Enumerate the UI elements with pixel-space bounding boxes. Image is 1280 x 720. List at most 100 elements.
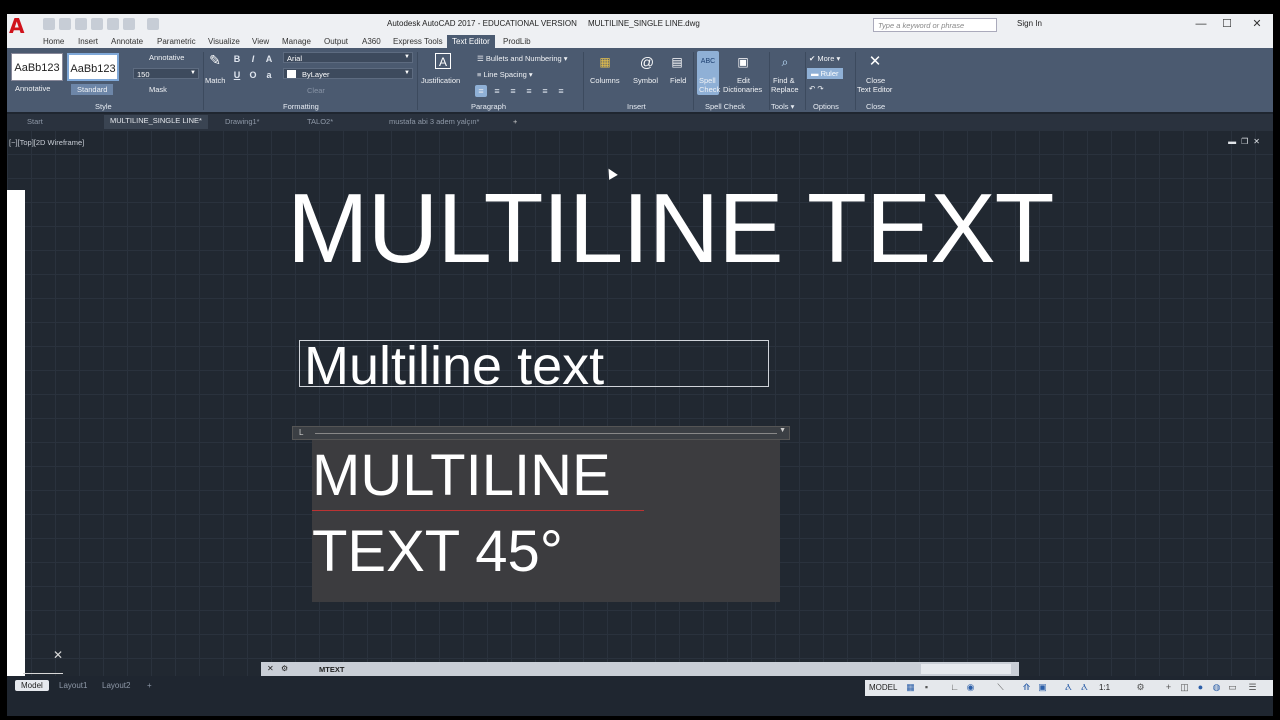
osnap-icon[interactable]: ⟍	[995, 682, 1006, 693]
case-icon[interactable]: a	[263, 69, 275, 81]
tab-text-editor[interactable]: Text Editor	[447, 35, 495, 48]
find-replace-label-1[interactable]: Find &	[773, 76, 795, 85]
mask-button[interactable]: Mask	[149, 85, 167, 94]
justification-icon[interactable]: A	[435, 53, 451, 69]
text-edit-area[interactable]: MULTILINE TEXT 45°	[312, 440, 780, 602]
tab-express-tools[interactable]: Express Tools	[393, 37, 443, 46]
polar-icon[interactable]: ◉	[965, 682, 976, 693]
command-line-close-icon[interactable]: ✕	[267, 664, 274, 673]
symbol-icon[interactable]: @	[639, 54, 655, 70]
workspace-gear-icon[interactable]: ⚙	[1135, 682, 1146, 693]
new-tab-icon[interactable]: +	[513, 117, 517, 126]
field-icon[interactable]: ▤	[669, 54, 685, 70]
tab-insert[interactable]: Insert	[78, 37, 98, 46]
doc-tab-drawing1[interactable]: Drawing1*	[225, 117, 260, 126]
style-swatch-annotative[interactable]: AaBb123	[11, 53, 63, 81]
command-line-scroll[interactable]	[921, 664, 1011, 674]
tab-view[interactable]: View	[252, 37, 269, 46]
tab-parametric[interactable]: Parametric	[157, 37, 196, 46]
auto-scale-icon[interactable]: Ⲁ	[1079, 682, 1090, 693]
bullets-numbering-button[interactable]: ☰ Bullets and Numbering ▾	[477, 54, 568, 63]
tab-model[interactable]: Model	[15, 680, 49, 691]
tab-layout1[interactable]: Layout1	[53, 680, 93, 691]
tab-a360[interactable]: A360	[362, 37, 381, 46]
maximize-button[interactable]: ☐	[1213, 16, 1241, 32]
doc-tab-start[interactable]: Start	[27, 117, 43, 126]
ortho-icon[interactable]: ∟	[949, 682, 960, 693]
save-icon[interactable]	[75, 18, 87, 30]
match-icon[interactable]: ✎	[207, 52, 223, 68]
align-default-icon[interactable]: ≡	[475, 85, 487, 97]
close-text-editor-icon[interactable]: ✕	[867, 54, 883, 70]
justification-label[interactable]: Justification	[421, 76, 460, 85]
annotation-scale[interactable]: 1:1	[1099, 683, 1110, 692]
undo-icon[interactable]	[123, 18, 135, 30]
undo-redo-icon[interactable]: ↶ ↷	[809, 84, 824, 93]
tab-stop-icon[interactable]: L	[299, 428, 303, 437]
isolate-objects-icon[interactable]: ●	[1195, 682, 1206, 693]
doc-tab-mustafa[interactable]: mustafa abi 3 adem yalçın*	[389, 117, 479, 126]
annotative-toggle[interactable]: Annotative	[149, 53, 184, 62]
underline-icon[interactable]: U	[231, 69, 243, 81]
isodraft-icon[interactable]: ⟰	[1021, 682, 1032, 693]
columns-label[interactable]: Columns	[590, 76, 620, 85]
overline-icon[interactable]: O	[247, 69, 259, 81]
field-label[interactable]: Field	[670, 76, 686, 85]
open-icon[interactable]	[59, 18, 71, 30]
tab-output[interactable]: Output	[324, 37, 348, 46]
grid-icon[interactable]: ▦	[905, 682, 916, 693]
edit-dictionaries-icon[interactable]: ▣	[735, 54, 751, 70]
annotation-visibility-icon[interactable]: Ⲁ	[1063, 682, 1074, 693]
edit-dictionaries-label-1[interactable]: Edit	[737, 76, 750, 85]
search-input[interactable]: Type a keyword or phrase	[873, 18, 997, 32]
italic-icon[interactable]: I	[247, 53, 259, 65]
align-center-icon[interactable]: ≡	[507, 85, 519, 97]
add-layout-icon[interactable]: +	[141, 680, 158, 691]
strikethrough-icon[interactable]: A	[263, 53, 275, 65]
ruler-button[interactable]: ▬ Ruler	[807, 68, 843, 79]
symbol-label[interactable]: Symbol	[633, 76, 658, 85]
columns-icon[interactable]: ▦	[597, 54, 613, 70]
tab-prodlib[interactable]: ProdLib	[503, 37, 531, 46]
align-right-icon[interactable]: ≡	[523, 85, 535, 97]
tab-manage[interactable]: Manage	[282, 37, 311, 46]
new-icon[interactable]	[43, 18, 55, 30]
customization-icon[interactable]: ☰	[1247, 682, 1258, 693]
ruler-arrow-icon[interactable]: ▼	[779, 427, 786, 434]
sign-in-button[interactable]: Sign In	[1017, 19, 1042, 28]
tab-layout2[interactable]: Layout2	[96, 680, 136, 691]
redo-icon[interactable]	[147, 18, 159, 30]
close-window-button[interactable]: ✕	[1243, 16, 1271, 32]
find-replace-label-2[interactable]: Replace	[771, 85, 799, 94]
mtext-large[interactable]: MULTILINE TEXT	[287, 172, 1055, 285]
hardware-acceleration-icon[interactable]: ◍	[1211, 682, 1222, 693]
find-replace-icon[interactable]: ⌕	[777, 54, 793, 70]
annotation-monitor-icon[interactable]: +	[1163, 682, 1174, 693]
doc-tab-multiline[interactable]: MULTILINE_SINGLE LINE*	[104, 115, 208, 129]
close-text-editor-label-1[interactable]: Close	[866, 76, 885, 85]
bold-icon[interactable]: B	[231, 53, 243, 65]
doc-tab-talo2[interactable]: TALO2*	[307, 117, 333, 126]
clean-screen-icon[interactable]: ▭	[1227, 682, 1238, 693]
mtext-box[interactable]: Multiline text	[299, 336, 769, 396]
text-height-select[interactable]: 150 ▼	[133, 68, 199, 79]
close-text-editor-label-2[interactable]: Text Editor	[857, 85, 892, 94]
edit-dictionaries-label-2[interactable]: Dictionaries	[723, 85, 762, 94]
units-icon[interactable]: ◫	[1179, 682, 1190, 693]
tab-annotate[interactable]: Annotate	[111, 37, 143, 46]
align-left-icon[interactable]: ≡	[491, 85, 503, 97]
model-space-button[interactable]: MODEL	[869, 683, 897, 692]
match-label[interactable]: Match	[205, 76, 225, 85]
selection-cycling-icon[interactable]: ▣	[1037, 682, 1048, 693]
more-button[interactable]: ✔ More ▾	[809, 54, 840, 63]
viewport-window-controls[interactable]: ▬❐✕	[1228, 137, 1265, 146]
color-select[interactable]: ByLayer ▼	[283, 68, 413, 79]
tab-home[interactable]: Home	[43, 37, 64, 46]
minimize-button[interactable]: —	[1187, 16, 1215, 32]
style-swatch-standard[interactable]: AaBb123	[67, 53, 119, 81]
line-spacing-button[interactable]: ≡ Line Spacing ▾	[477, 70, 533, 79]
viewport-controls-label[interactable]: [−][Top][2D Wireframe]	[9, 138, 84, 147]
distribute-icon[interactable]: ≡	[555, 85, 567, 97]
snap-icon[interactable]: ▪	[921, 682, 932, 693]
clear-button[interactable]: Clear	[307, 86, 325, 95]
